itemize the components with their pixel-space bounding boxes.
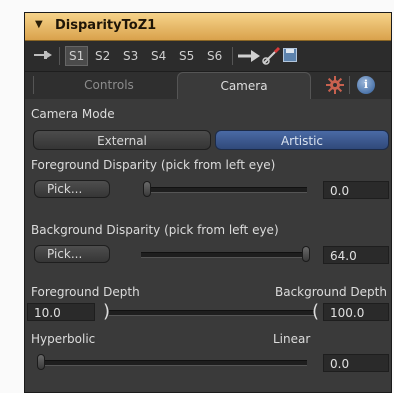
camera-mode-label: Camera Mode [31, 107, 115, 121]
foreground-disparity-label: Foreground Disparity (pick from left eye… [31, 158, 276, 172]
tab-bar: Controls Camera i [25, 72, 391, 99]
background-pick-button[interactable]: Pick... [34, 245, 110, 263]
tab-separator [33, 76, 34, 94]
foreground-disparity-slider-track[interactable] [147, 187, 307, 193]
range-right-handle[interactable]: ( [312, 303, 319, 321]
slot-s5[interactable]: S5 [179, 47, 194, 65]
depth-range-slider-track[interactable] [109, 310, 315, 316]
background-disparity-value[interactable]: 64.0 [323, 246, 389, 264]
node-title: DisparityToZ1 [55, 18, 157, 33]
artistic-button[interactable]: Artistic [215, 130, 389, 150]
info-icon[interactable]: i [357, 76, 375, 94]
wand-icon[interactable] [261, 46, 281, 66]
foreground-disparity-value[interactable]: 0.0 [323, 181, 389, 199]
background-disparity-label: Background Disparity (pick from left eye… [31, 223, 279, 237]
arrow-right-icon[interactable] [238, 49, 260, 63]
slot-s3[interactable]: S3 [123, 47, 138, 65]
foreground-depth-label: Foreground Depth [31, 285, 140, 299]
background-depth-label: Background Depth [275, 285, 387, 299]
slot-s2[interactable]: S2 [95, 47, 110, 65]
node-title-bar[interactable]: ▼ DisparityToZ1 [25, 13, 391, 41]
pin-icon[interactable] [34, 48, 52, 62]
save-icon[interactable] [283, 48, 297, 62]
foreground-disparity-slider-handle[interactable] [143, 181, 151, 197]
falloff-slider-handle[interactable] [37, 354, 45, 370]
toolbar-separator [59, 47, 60, 65]
tab-camera[interactable]: Camera [177, 72, 311, 99]
collapse-triangle-icon[interactable]: ▼ [35, 19, 43, 30]
hyperbolic-label: Hyperbolic [31, 332, 96, 346]
tab-controls[interactable]: Controls [39, 72, 179, 99]
background-depth-value[interactable]: 100.0 [323, 303, 389, 321]
toolbar-separator [232, 47, 233, 65]
foreground-depth-value[interactable]: 10.0 [27, 303, 95, 321]
foreground-pick-button[interactable]: Pick... [34, 180, 110, 198]
slot-s4[interactable]: S4 [151, 47, 166, 65]
background-disparity-slider-handle[interactable] [302, 246, 310, 262]
tab-separator [349, 76, 350, 94]
external-button[interactable]: External [33, 130, 211, 150]
view-slot-toolbar: S1 S2 S3 S4 S5 S6 [25, 41, 391, 72]
slot-s1[interactable]: S1 [65, 46, 89, 66]
slot-s6[interactable]: S6 [207, 47, 222, 65]
gear-icon[interactable] [326, 76, 344, 94]
falloff-slider-track[interactable] [41, 360, 307, 366]
background-disparity-slider-track[interactable] [141, 252, 307, 258]
inspector-panel: ▼ DisparityToZ1 S1 S2 S3 S4 S5 S6 Contro… [24, 12, 392, 393]
falloff-value[interactable]: 0.0 [323, 354, 389, 372]
linear-label: Linear [273, 332, 311, 346]
